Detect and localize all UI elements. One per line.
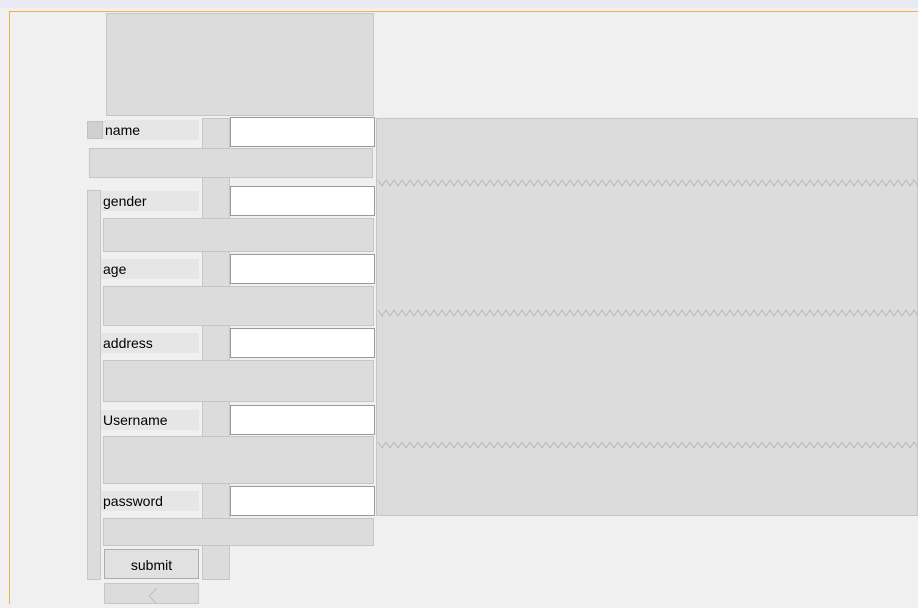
gender-label: gender: [101, 191, 199, 211]
address-filler-panel: [103, 360, 374, 402]
vertical-splitter[interactable]: [202, 118, 230, 580]
top-placeholder-panel: [106, 13, 374, 116]
name-filler-panel: [89, 148, 373, 178]
name-label: name: [103, 120, 199, 140]
gender-input[interactable]: [230, 186, 375, 216]
name-input[interactable]: [230, 117, 375, 147]
gender-filler-panel: [103, 218, 374, 252]
submit-button[interactable]: submit: [104, 549, 199, 579]
window-top-strip: [0, 0, 918, 8]
chevron-left-icon: [148, 587, 158, 605]
name-marker: [87, 121, 103, 139]
left-vertical-rail: [87, 190, 101, 580]
username-input[interactable]: [230, 405, 375, 435]
username-label: Username: [101, 410, 199, 430]
zigzag-divider-icon: [378, 441, 918, 449]
password-input[interactable]: [230, 486, 375, 516]
password-filler-panel: [103, 518, 374, 546]
zigzag-divider-icon: [378, 179, 918, 187]
password-label: password: [101, 491, 199, 511]
submit-button-label: submit: [130, 557, 173, 573]
age-label: age: [101, 259, 199, 279]
age-filler-panel: [103, 286, 374, 326]
address-label: address: [101, 333, 199, 353]
username-filler-panel: [103, 436, 374, 484]
age-input[interactable]: [230, 254, 375, 284]
bottom-handle[interactable]: [104, 583, 199, 605]
address-input[interactable]: [230, 328, 375, 358]
zigzag-divider-icon: [378, 309, 918, 317]
